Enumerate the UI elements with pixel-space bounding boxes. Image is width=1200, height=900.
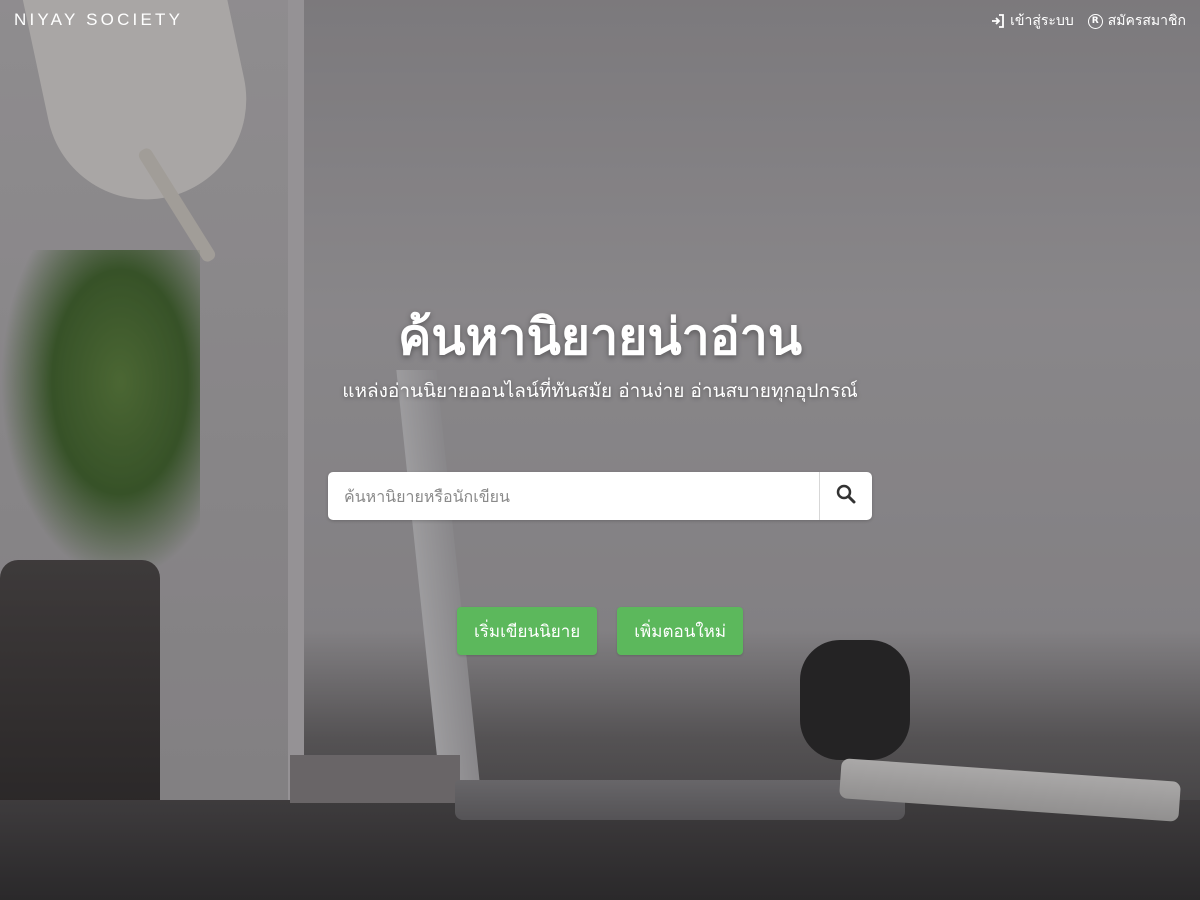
add-chapter-button[interactable]: เพิ่มตอนใหม่ [617, 607, 744, 655]
login-label: เข้าสู่ระบบ [1010, 13, 1074, 29]
search-bar [328, 472, 872, 520]
start-writing-button[interactable]: เริ่มเขียนนิยาย [456, 607, 598, 655]
hero-background [0, 0, 1200, 900]
search-button[interactable] [819, 472, 872, 520]
register-label: สมัครสมาชิก [1107, 13, 1186, 29]
hero-actions: เริ่มเขียนนิยาย เพิ่มตอนใหม่ [0, 607, 1200, 655]
page-title: ค้นหานิยายน่าอ่าน [397, 308, 803, 366]
page-subtitle: แหล่งอ่านนิยายออนไลน์ที่ทันสมัย อ่านง่าย… [342, 380, 858, 402]
registered-icon: R [1087, 13, 1103, 29]
register-link[interactable]: R สมัครสมาชิก [1087, 10, 1186, 32]
top-actions: เข้าสู่ระบบ R สมัครสมาชิก [991, 10, 1186, 32]
brand-logo[interactable]: NIYAY SOCIETY [14, 10, 183, 30]
login-link[interactable]: เข้าสู่ระบบ [991, 10, 1074, 32]
search-icon [836, 484, 856, 508]
sign-in-icon [991, 14, 1005, 28]
search-input[interactable] [328, 472, 819, 520]
